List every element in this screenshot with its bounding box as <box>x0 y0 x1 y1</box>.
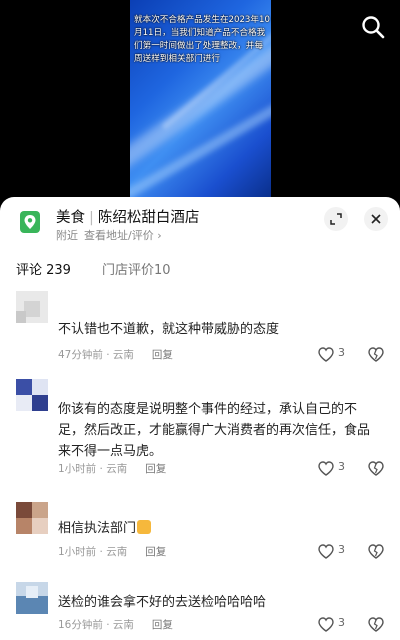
reply-button[interactable]: 回复 <box>152 619 173 631</box>
store-category: 美食 <box>56 210 85 226</box>
comment-meta: 1小时前 · 云南 回复 <box>58 461 166 476</box>
comment-text: 送检的谁会拿不好的去送检哈哈哈哈 <box>58 595 267 610</box>
like-count: 3 <box>338 460 345 473</box>
like-button[interactable]: 3 <box>318 543 354 559</box>
like-button[interactable]: 3 <box>318 616 354 632</box>
video-player[interactable]: 就本次不合格产品发生在2023年10月11日，当我们知道产品不合格我们第一时间做… <box>0 0 400 197</box>
avatar[interactable] <box>16 291 48 323</box>
comment-text: 相信执法部门 <box>58 518 380 539</box>
search-icon[interactable] <box>360 14 386 40</box>
comment-time: 47分钟前 · 云南 <box>58 349 134 361</box>
comment-meta: 16分钟前 · 云南 回复 <box>58 617 173 632</box>
close-button[interactable] <box>364 207 388 231</box>
nearby-label: 附近 <box>56 229 78 242</box>
heart-icon <box>318 544 334 559</box>
comment-text: 不认错也不道歉，就这种带威胁的态度 <box>58 322 280 337</box>
dislike-button[interactable] <box>368 543 384 559</box>
tab-comments[interactable]: 评论 239 <box>16 259 71 278</box>
reply-button[interactable]: 回复 <box>152 349 173 361</box>
dislike-button[interactable] <box>368 616 384 632</box>
store-name: 陈绍松甜白酒店 <box>97 210 200 226</box>
comment-time: 1小时前 · 云南 <box>58 463 128 475</box>
reply-button[interactable]: 回复 <box>145 546 166 558</box>
like-count: 3 <box>338 543 345 556</box>
like-button[interactable]: 3 <box>318 460 354 476</box>
tab-bar: 评论 239 门店评价10 <box>0 253 400 283</box>
expand-icon <box>330 213 342 225</box>
expand-button[interactable] <box>324 207 348 231</box>
avatar[interactable] <box>16 582 48 614</box>
like-count: 3 <box>338 346 345 359</box>
heart-icon <box>318 461 334 476</box>
broken-heart-icon <box>368 544 384 559</box>
tab-store-reviews[interactable]: 门店评价10 <box>102 259 171 278</box>
comment-meta: 47分钟前 · 云南 回复 <box>58 347 173 362</box>
store-title[interactable]: 美食 | 陈绍松甜白酒店 <box>56 206 199 227</box>
dislike-button[interactable] <box>368 346 384 362</box>
reply-button[interactable]: 回复 <box>145 463 166 475</box>
like-button[interactable]: 3 <box>318 346 354 362</box>
comment-meta: 1小时前 · 云南 回复 <box>58 544 166 559</box>
comment-time: 16分钟前 · 云南 <box>58 619 134 631</box>
dislike-button[interactable] <box>368 460 384 476</box>
comment-time: 1小时前 · 云南 <box>58 546 128 558</box>
video-frame[interactable]: 就本次不合格产品发生在2023年10月11日，当我们知道产品不合格我们第一时间做… <box>130 0 271 197</box>
store-subline: 附近 查看地址/评价 › <box>56 227 168 243</box>
screen: 就本次不合格产品发生在2023年10月11日，当我们知道产品不合格我们第一时间做… <box>0 0 400 640</box>
store-header[interactable]: 美食 | 陈绍松甜白酒店 附近 查看地址/评价 › <box>0 197 400 249</box>
broken-heart-icon <box>368 617 384 632</box>
broken-heart-icon <box>368 461 384 476</box>
address-link[interactable]: 查看地址/评价 › <box>84 229 162 242</box>
comments-sheet: 美食|陈绍松甜白酒店 附近查看地址/评价 › 评论 239 门店评价10 <box>0 197 400 640</box>
broken-heart-icon <box>368 347 384 362</box>
thumbs-up-emoji-icon <box>137 520 152 534</box>
comment-text: 你该有的态度是说明整个事件的经过，承认自己的不足，然后改正，才能赢得广大消费者的… <box>58 402 371 459</box>
title-separator: | <box>89 210 94 226</box>
heart-icon <box>318 617 334 632</box>
avatar[interactable] <box>16 502 48 534</box>
location-pin-icon <box>20 211 40 233</box>
video-caption: 就本次不合格产品发生在2023年10月11日，当我们知道产品不合格我们第一时间做… <box>134 15 270 64</box>
comment-text-body: 相信执法部门 <box>58 521 137 536</box>
like-count: 3 <box>338 616 345 629</box>
heart-icon <box>318 347 334 362</box>
avatar[interactable] <box>16 379 48 411</box>
close-icon <box>371 214 381 224</box>
